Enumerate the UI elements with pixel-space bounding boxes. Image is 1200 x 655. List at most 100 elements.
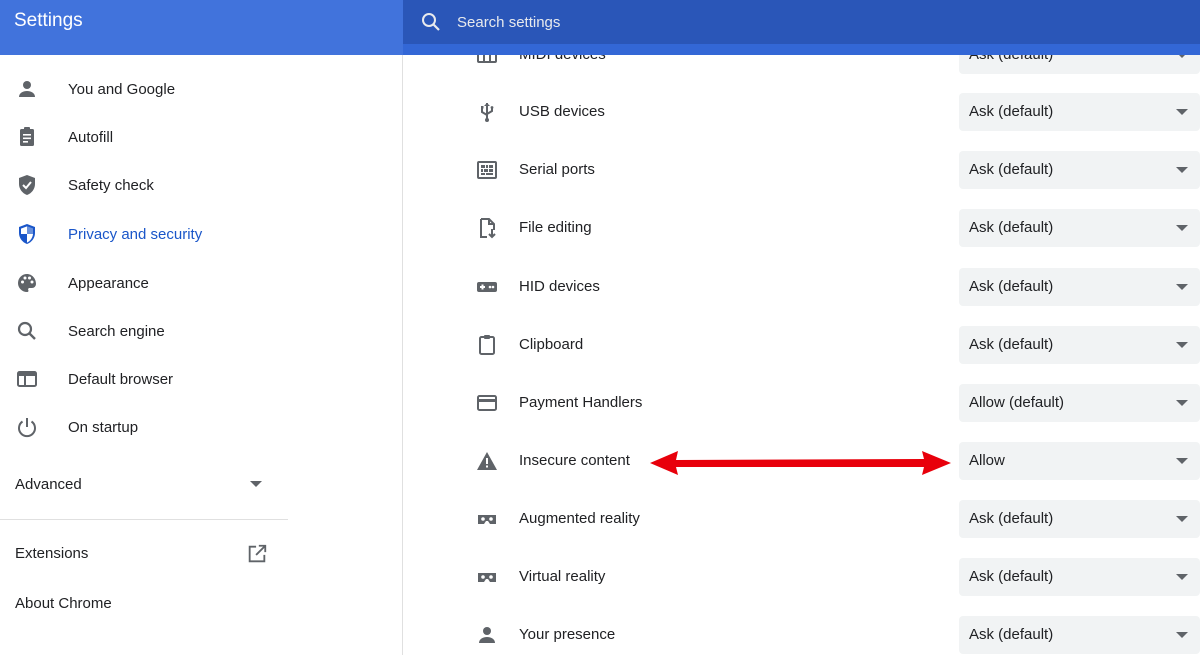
- sidebar-divider: [0, 519, 288, 520]
- advanced-label: Advanced: [15, 476, 82, 493]
- palette-icon: [18, 274, 36, 292]
- serial-port-icon: [477, 161, 497, 179]
- dropdown-arrow-icon: [1176, 284, 1188, 290]
- permission-select-clipboard[interactable]: Ask (default): [959, 326, 1200, 364]
- dropdown-arrow-icon: [1176, 574, 1188, 580]
- vr-headset-icon: [478, 515, 496, 524]
- permission-label: Your presence: [519, 626, 616, 643]
- permission-select-augmented-reality[interactable]: Ask (default): [959, 500, 1200, 538]
- permission-select-your-presence[interactable]: Ask (default): [959, 616, 1200, 654]
- sidebar-item-label: Appearance: [68, 274, 149, 292]
- sidebar-item-you-and-google[interactable]: You and Google: [0, 69, 300, 109]
- permission-label: File editing: [519, 219, 592, 236]
- person-icon: [19, 81, 35, 97]
- search-box[interactable]: [403, 0, 1200, 44]
- app-title: Settings: [14, 10, 83, 31]
- sidebar-item-label: Privacy and security: [68, 225, 203, 243]
- permission-select-value: Ask (default): [969, 278, 1054, 295]
- permission-select-hid-devices[interactable]: Ask (default): [959, 268, 1200, 306]
- vr-headset-icon: [478, 573, 496, 582]
- header-title-area: Settings: [0, 0, 403, 55]
- search-icon: [422, 13, 440, 31]
- permission-select-payment-handlers[interactable]: Allow (default): [959, 384, 1200, 422]
- permission-row-midi-devices: MIDI devices Ask (default): [404, 55, 1200, 75]
- dropdown-arrow-icon: [1176, 55, 1188, 58]
- sidebar-item-search-engine[interactable]: Search engine: [0, 311, 300, 351]
- extensions-label: Extensions: [15, 545, 89, 562]
- permission-label: USB devices: [519, 103, 605, 120]
- permission-label: Payment Handlers: [519, 394, 643, 411]
- permission-select-value: Ask (default): [969, 510, 1054, 527]
- permission-row-serial-ports: Serial ports Ask (default): [404, 150, 1200, 190]
- about-chrome-label: About Chrome: [15, 595, 112, 612]
- sidebar-item-label: Search engine: [68, 322, 165, 340]
- top-bar: Settings: [0, 0, 1200, 55]
- sidebar-item-label: Autofill: [68, 128, 114, 146]
- permission-label: HID devices: [519, 278, 600, 295]
- sidebar-item-on-startup[interactable]: On startup: [0, 407, 300, 447]
- gamepad-icon: [477, 282, 497, 292]
- sidebar-item-label: You and Google: [68, 80, 176, 98]
- file-edit-icon: [480, 218, 496, 239]
- site-permissions-list: MIDI devices Ask (default) USB devices A…: [404, 55, 1200, 655]
- clipboard-icon: [479, 335, 495, 355]
- dropdown-arrow-icon: [1176, 225, 1188, 231]
- advanced-section-toggle[interactable]: Advanced: [0, 465, 280, 505]
- dropdown-arrow-icon: [1176, 342, 1188, 348]
- permission-select-value: Allow (default): [969, 394, 1065, 411]
- permission-select-value: Ask (default): [969, 103, 1054, 120]
- sidebar-item-label: Default browser: [68, 370, 174, 388]
- permission-select-serial-ports[interactable]: Ask (default): [959, 151, 1200, 189]
- open-in-new-icon: [248, 544, 267, 563]
- power-icon: [18, 418, 36, 438]
- warning-icon: [477, 452, 497, 470]
- dropdown-arrow-icon: [1176, 632, 1188, 638]
- permission-label: Augmented reality: [519, 510, 640, 527]
- permission-select-file-editing[interactable]: Ask (default): [959, 209, 1200, 247]
- dropdown-arrow-icon: [1176, 400, 1188, 406]
- permission-select-value: Ask (default): [969, 219, 1054, 236]
- dropdown-arrow-icon: [1176, 516, 1188, 522]
- permission-select-midi-devices[interactable]: Ask (default): [959, 55, 1200, 74]
- dropdown-arrow-icon: [1176, 458, 1188, 464]
- permission-row-clipboard: Clipboard Ask (default): [404, 325, 1200, 365]
- midi-icon: [477, 55, 497, 63]
- permission-label: MIDI devices: [519, 55, 606, 63]
- search-input[interactable]: [457, 0, 1057, 44]
- credit-card-icon: [477, 395, 497, 411]
- shield-check-icon: [19, 175, 35, 195]
- permission-row-hid-devices: HID devices Ask (default): [404, 267, 1200, 307]
- permission-label: Serial ports: [519, 161, 595, 178]
- permission-row-payment-handlers: Payment Handlers Allow (default): [404, 383, 1200, 423]
- sidebar-item-label: On startup: [68, 418, 139, 436]
- permission-label: Insecure content: [519, 452, 630, 469]
- sidebar-item-default-browser[interactable]: Default browser: [0, 359, 300, 399]
- sidebar-item-autofill[interactable]: Autofill: [0, 117, 300, 157]
- browser-window-icon: [17, 371, 37, 387]
- annotation-double-arrow-icon: [650, 451, 951, 475]
- permission-select-usb-devices[interactable]: Ask (default): [959, 93, 1200, 131]
- sidebar-item-privacy-and-security[interactable]: Privacy and security: [0, 214, 300, 254]
- sidebar-item-safety-check[interactable]: Safety check: [0, 165, 300, 205]
- permission-select-value: Ask (default): [969, 626, 1054, 643]
- clipboard-list-icon: [20, 127, 34, 146]
- sidebar-item-appearance[interactable]: Appearance: [0, 263, 300, 303]
- permission-label: Clipboard: [519, 336, 584, 353]
- chevron-down-icon: [250, 481, 262, 487]
- extensions-link[interactable]: Extensions: [0, 535, 288, 575]
- dropdown-arrow-icon: [1176, 109, 1188, 115]
- permission-select-value: Ask (default): [969, 55, 1053, 63]
- dropdown-arrow-icon: [1176, 167, 1188, 173]
- about-chrome-link[interactable]: About Chrome: [0, 585, 288, 625]
- permission-row-virtual-reality: Virtual reality Ask (default): [404, 557, 1200, 597]
- shield-icon: [19, 224, 35, 244]
- permission-select-value: Ask (default): [969, 161, 1054, 178]
- permission-select-insecure-content[interactable]: Allow: [959, 442, 1200, 480]
- permission-select-value: Ask (default): [969, 336, 1054, 353]
- permission-select-virtual-reality[interactable]: Ask (default): [959, 558, 1200, 596]
- permission-row-usb-devices: USB devices Ask (default): [404, 92, 1200, 132]
- permission-row-your-presence: Your presence Ask (default): [404, 615, 1200, 655]
- permission-label: Virtual reality: [519, 568, 606, 585]
- permission-select-value: Ask (default): [969, 568, 1054, 585]
- permission-row-augmented-reality: Augmented reality Ask (default): [404, 499, 1200, 539]
